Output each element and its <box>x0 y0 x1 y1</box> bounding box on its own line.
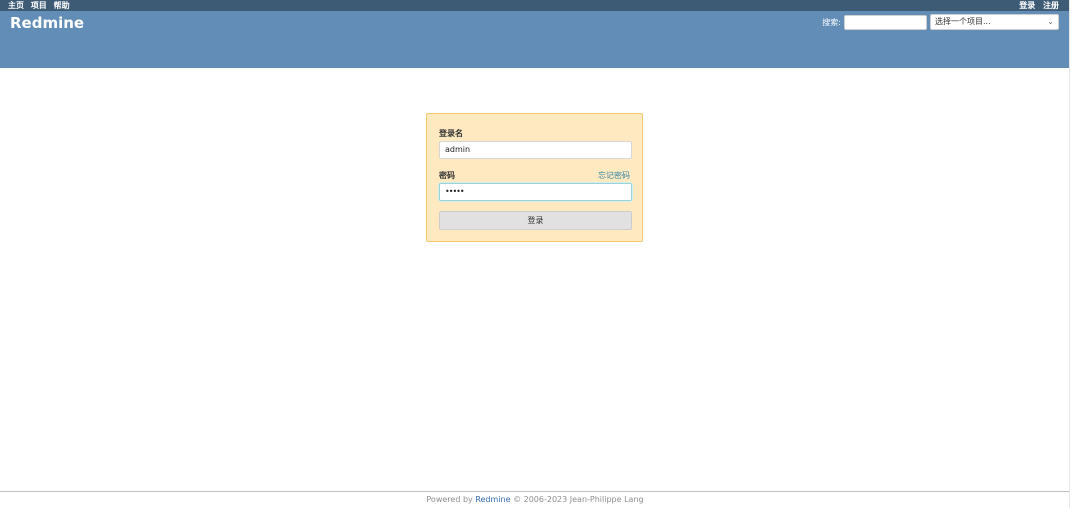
search-label: 搜索: <box>822 17 841 27</box>
projects-link[interactable]: 项目 <box>31 1 47 10</box>
app-logo[interactable]: Redmine <box>10 14 84 32</box>
footer-prefix: Powered by <box>426 495 476 504</box>
password-mask: ••••• <box>445 187 465 196</box>
login-form: 登录名 admin 密码 忘记密码 ••••• 登录 <box>426 113 643 242</box>
right-scrollbar[interactable] <box>1069 0 1080 508</box>
top-menu-left: 主页 项目 帮助 <box>8 0 74 11</box>
home-link[interactable]: 主页 <box>8 1 24 10</box>
search-input[interactable] <box>844 14 927 30</box>
redmine-login-page: 主页 项目 帮助 登录 注册 Redmine 搜索: 选择一个项目... ⌄ 登… <box>0 0 1070 508</box>
top-menu: 主页 项目 帮助 登录 注册 <box>0 0 1070 11</box>
lost-password-link[interactable]: 忘记密码 <box>598 170 630 181</box>
footer-suffix: © 2006-2023 Jean-Philippe Lang <box>510 495 644 504</box>
register-link[interactable]: 注册 <box>1043 1 1059 10</box>
password-label: 密码 <box>439 171 455 180</box>
project-select[interactable]: 选择一个项目... ⌄ <box>930 14 1059 30</box>
password-field[interactable]: ••••• <box>439 183 632 201</box>
username-field[interactable]: admin <box>439 141 632 159</box>
username-label: 登录名 <box>439 129 463 138</box>
redmine-link[interactable]: Redmine <box>475 495 510 504</box>
header: Redmine 搜索: 选择一个项目... ⌄ <box>0 11 1070 68</box>
account-menu: 登录 注册 <box>1014 0 1059 11</box>
help-link[interactable]: 帮助 <box>54 1 70 10</box>
footer: Powered by Redmine © 2006-2023 Jean-Phil… <box>0 491 1070 508</box>
project-select-value: 选择一个项目... <box>935 17 991 26</box>
login-submit-button[interactable]: 登录 <box>439 211 632 230</box>
login-link[interactable]: 登录 <box>1019 1 1035 10</box>
chevron-down-icon: ⌄ <box>1047 17 1054 26</box>
quick-search: 搜索: 选择一个项目... ⌄ <box>822 14 1059 30</box>
